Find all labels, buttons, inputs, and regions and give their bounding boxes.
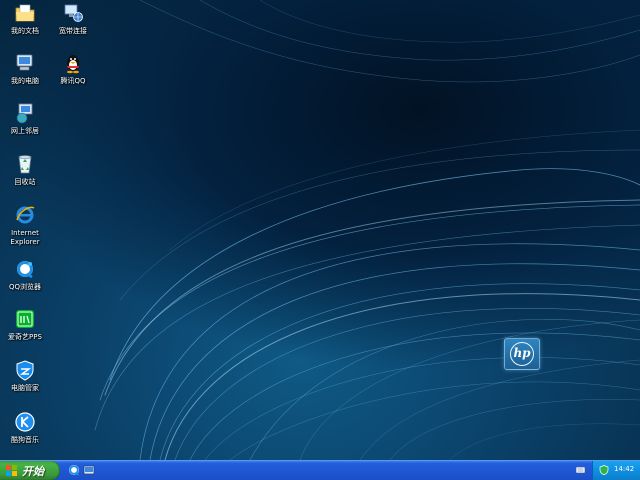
desktop-icon-label: 回收站 [14, 178, 36, 186]
desktop-icon-label: 酷狗音乐 [11, 436, 39, 444]
desktop-icon-iqiyi-pps[interactable]: 爱奇艺PPS [0, 308, 50, 342]
start-button[interactable]: 开始 [0, 461, 60, 480]
desktop-icon-pc-manager[interactable]: 电脑管家 [0, 359, 50, 393]
desktop-icon-label: 网上邻居 [11, 127, 39, 135]
desktop-icon-label: 宽带连接 [59, 27, 87, 35]
desktop-icon-label: 我的文档 [11, 27, 39, 35]
clock[interactable]: 14:42 [614, 465, 634, 473]
taskbar[interactable]: 开始 14:42 [0, 460, 640, 480]
desktop-icon-label: 爱奇艺PPS [8, 333, 42, 341]
desktop-icon-kugou-music[interactable]: 酷狗音乐 [0, 411, 50, 445]
network-places-icon [16, 103, 33, 124]
computer-icon [16, 54, 33, 71]
desktop-icon-label: 我的电脑 [11, 77, 39, 85]
recycle-bin-icon [18, 155, 32, 174]
iqiyi-icon [16, 310, 34, 328]
windows-logo-icon [6, 465, 17, 476]
desktop-icon-label: 电脑管家 [11, 384, 39, 392]
desktop-icon-my-documents[interactable]: 我的文档 [0, 2, 50, 36]
network-connection-icon [64, 4, 83, 22]
qq-browser-icon [17, 261, 33, 279]
desktop-icon-tencent-qq[interactable]: 腾讯QQ [48, 52, 98, 86]
pc-manager-shield-icon [16, 360, 34, 381]
desktop-icon-recycle-bin[interactable]: 回收站 [0, 153, 50, 187]
desktop-icon-label: QQ浏览器 [8, 283, 42, 291]
system-tray[interactable]: 14:42 [592, 461, 640, 480]
keyboard-icon[interactable] [576, 467, 585, 473]
hp-logo-text: hp [513, 346, 531, 360]
desktop-icon-broadband-connection[interactable]: 宽带连接 [48, 2, 98, 36]
show-desktop-icon[interactable] [83, 464, 95, 476]
kugou-music-icon [15, 412, 35, 432]
folder-documents-icon [15, 4, 35, 22]
desktop[interactable]: 我的文档 宽带连接 我的电脑 腾讯QQ 网上邻居 回收站 Internet Ex… [0, 0, 640, 460]
hp-logo: hp [504, 338, 540, 370]
start-label: 开始 [22, 465, 44, 478]
desktop-icon-label: Internet Explorer [10, 229, 40, 246]
pc-manager-shield-icon[interactable] [599, 465, 609, 475]
desktop-icon-internet-explorer[interactable]: Internet Explorer [0, 204, 50, 247]
internet-explorer-icon [16, 206, 35, 224]
qq-browser-icon[interactable] [68, 464, 80, 476]
qq-penguin-icon [67, 55, 79, 74]
desktop-icon-network-places[interactable]: 网上邻居 [0, 102, 50, 136]
desktop-icon-qq-browser[interactable]: QQ浏览器 [0, 258, 50, 292]
desktop-icon-label: 腾讯QQ [60, 77, 86, 85]
desktop-icon-my-computer[interactable]: 我的电脑 [0, 52, 50, 86]
